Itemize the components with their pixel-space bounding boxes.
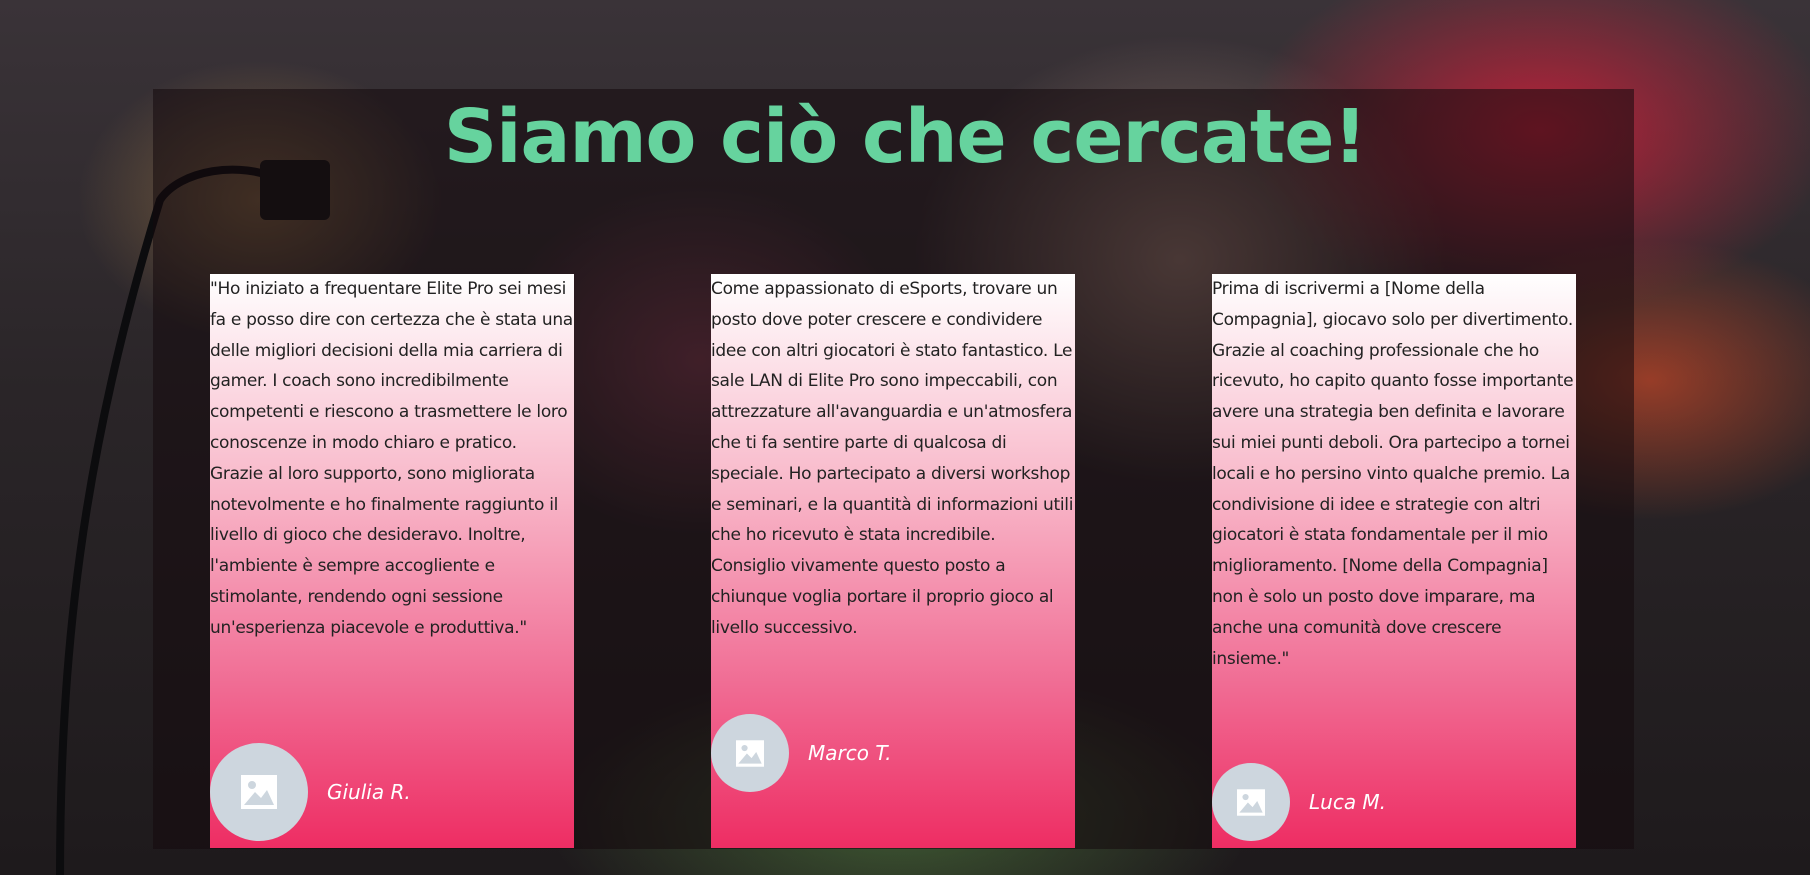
testimonial-card: Come appassionato di eSports, trovare un… <box>711 274 1075 848</box>
testimonials-section: Siamo ciò che cercate! "Ho iniziato a fr… <box>0 0 1810 875</box>
section-headline: Siamo ciò che cercate! <box>443 94 1367 180</box>
author-name: Marco T. <box>808 741 892 765</box>
author-name: Giulia R. <box>327 780 411 804</box>
testimonial-author: Luca M. <box>1212 763 1386 841</box>
image-placeholder-icon <box>736 739 764 767</box>
image-placeholder-icon <box>1237 788 1265 816</box>
testimonial-text: Prima di iscrivermi a [Nome della Compag… <box>1212 279 1574 669</box>
testimonial-author: Giulia R. <box>210 743 411 841</box>
avatar <box>1212 763 1290 841</box>
testimonial-author: Marco T. <box>711 714 892 792</box>
avatar <box>210 743 308 841</box>
avatar <box>711 714 789 792</box>
testimonial-card: Prima di iscrivermi a [Nome della Compag… <box>1212 274 1576 848</box>
image-placeholder-icon <box>241 775 277 809</box>
author-name: Luca M. <box>1309 790 1387 814</box>
testimonial-card: "Ho iniziato a frequentare Elite Pro sei… <box>210 274 574 848</box>
testimonial-text: "Ho iniziato a frequentare Elite Pro sei… <box>210 279 573 638</box>
testimonial-text: Come appassionato di eSports, trovare un… <box>711 279 1074 638</box>
